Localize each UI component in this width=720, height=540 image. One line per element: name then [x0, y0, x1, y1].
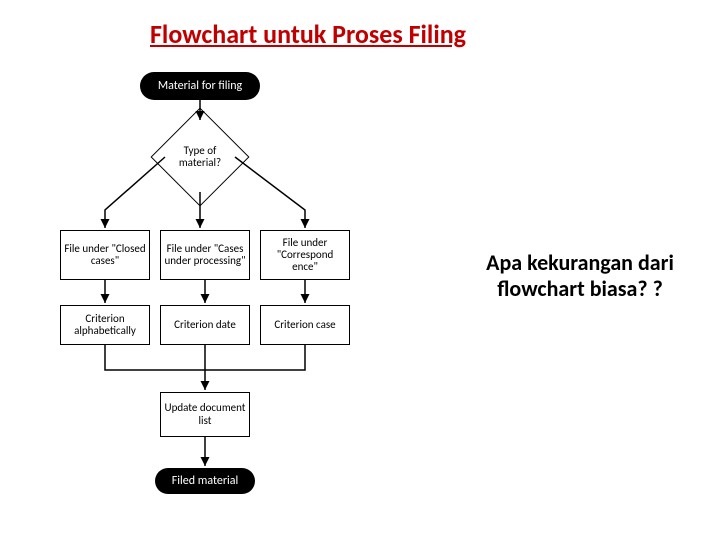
question-text: Apa kekurangan dari flowchart biasa? ?: [470, 250, 690, 303]
node-start: Material for filing: [140, 72, 260, 100]
node-update: Update document list: [160, 392, 250, 437]
node-crit-case: Criterion case: [260, 305, 350, 345]
node-decision: Type of material?: [165, 122, 235, 192]
node-file-processing: File under "Cases under processing": [160, 230, 250, 280]
decision-label: Type of material?: [165, 122, 235, 192]
node-file-correspond: File under "Correspond ence": [260, 230, 350, 280]
node-crit-date: Criterion date: [160, 305, 250, 345]
node-end: Filed material: [155, 468, 255, 494]
node-crit-alpha: Criterion alphabetically: [60, 305, 150, 345]
page-title: Flowchart untuk Proses Filing: [150, 18, 466, 50]
node-file-closed: File under "Closed cases": [60, 230, 150, 280]
